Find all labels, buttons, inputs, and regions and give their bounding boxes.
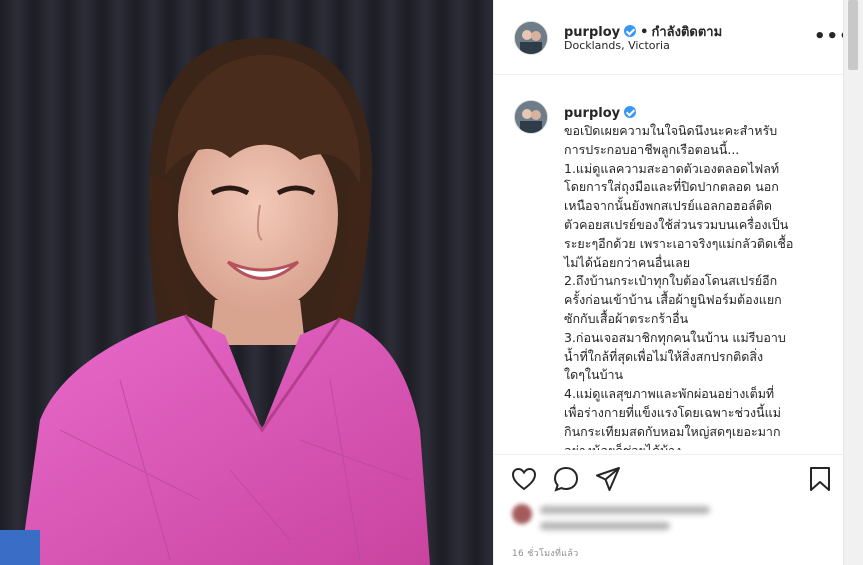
post-photo[interactable]	[0, 0, 493, 565]
post-timestamp[interactable]: 16 ชั่วโมงที่แล้ว	[512, 546, 579, 560]
caption-username[interactable]: purploy	[564, 106, 620, 121]
comment-icon[interactable]	[552, 465, 580, 493]
heart-icon[interactable]	[510, 465, 538, 493]
instagram-post-view: purploy • กำลังติดตาม Docklands, Victoria …	[0, 0, 863, 565]
scrollbar-thumb[interactable]	[848, 0, 858, 70]
separator-dot: •	[640, 25, 649, 40]
blurred-likes-info	[512, 500, 832, 538]
post-location[interactable]: Docklands, Victoria	[564, 39, 670, 52]
author-username[interactable]: purploy	[564, 25, 620, 40]
post-side-panel: purploy • กำลังติดตาม Docklands, Victoria …	[493, 0, 851, 565]
caption-author-row: purploy	[564, 102, 637, 121]
portrait-image	[0, 0, 493, 565]
avatar-image	[515, 22, 547, 54]
blurred-text	[540, 506, 710, 514]
share-icon[interactable]	[594, 465, 622, 493]
author-avatar[interactable]	[514, 21, 548, 55]
page-scrollbar[interactable]	[843, 0, 863, 565]
blurred-text	[540, 522, 670, 530]
bookmark-icon[interactable]	[806, 465, 834, 493]
caption-area: purploy ขอเปิดเผยความในใจนิดนึงนะคะสำหรั…	[512, 96, 822, 450]
post-header: purploy • กำลังติดตาม Docklands, Victoria …	[494, 0, 851, 75]
following-button[interactable]: กำลังติดตาม	[651, 25, 722, 40]
verified-badge-icon	[624, 106, 637, 118]
action-bar	[494, 454, 844, 505]
caption-avatar[interactable]	[514, 100, 548, 134]
avatar-image	[515, 101, 547, 133]
caption-text: ขอเปิดเผยความในใจนิดนึงนะคะสำหรับ การประ…	[564, 123, 794, 450]
verified-badge-icon	[624, 25, 637, 37]
blurred-avatar	[512, 504, 532, 524]
